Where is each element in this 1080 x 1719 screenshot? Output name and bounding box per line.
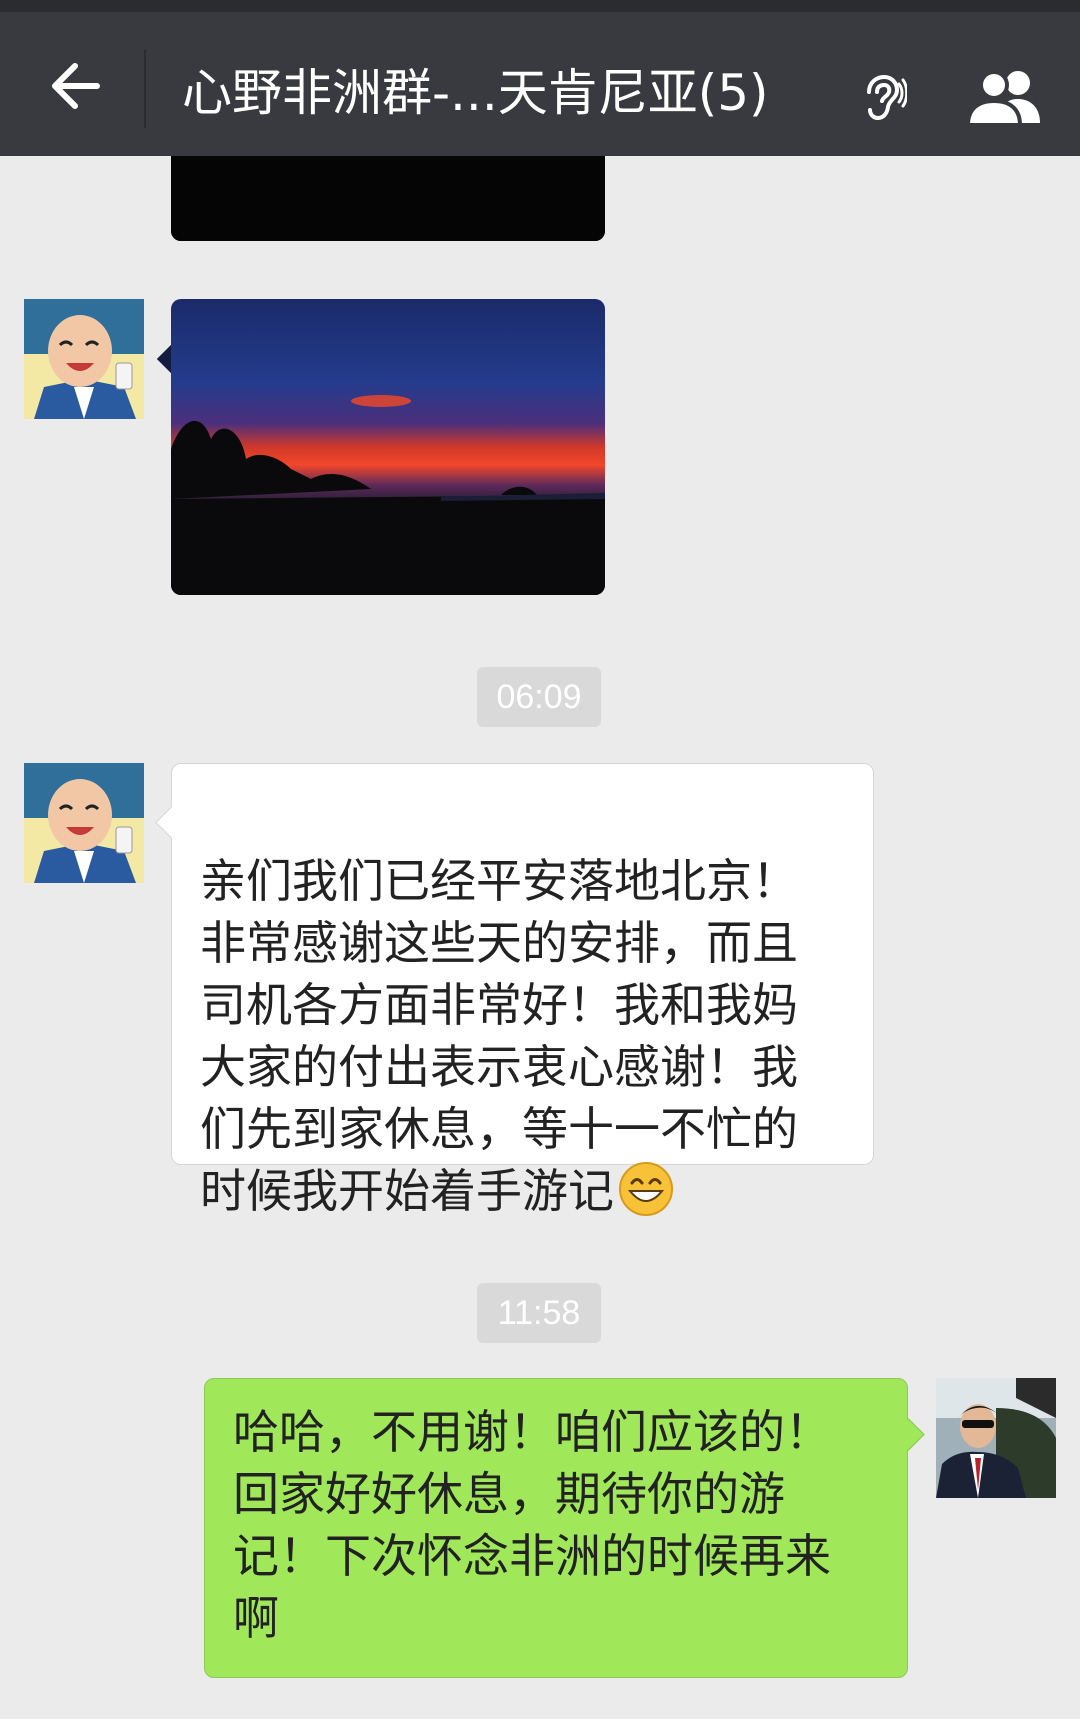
message-text: 哈哈，不用谢！咱们应该的！ 回家好好休息，期待你的游 记！下次怀念非洲的时候再来… bbox=[233, 1405, 831, 1645]
sunset-photo-icon bbox=[171, 299, 605, 595]
chat-header: 心野非洲群-...天肯尼亚(5) bbox=[0, 0, 1080, 156]
ear-icon bbox=[867, 74, 907, 121]
timestamp: 11:58 bbox=[477, 1283, 601, 1343]
timestamp: 06:09 bbox=[477, 667, 601, 727]
chat-message-list[interactable]: 06:09 亲们我们已经平安落地北京！ 非常感谢这些天的安排，而且 司机各方面非… bbox=[0, 156, 1080, 1719]
avatar-incoming[interactable] bbox=[24, 299, 144, 419]
earpiece-mode-button[interactable] bbox=[858, 68, 910, 128]
chat-title: 心野非洲群-...天肯尼亚(5) bbox=[182, 64, 769, 122]
cartoon-grandpa-avatar-icon bbox=[24, 763, 144, 883]
avatar-incoming[interactable] bbox=[24, 763, 144, 883]
outgoing-text-message[interactable]: 哈哈，不用谢！咱们应该的！ 回家好好休息，期待你的游 记！下次怀念非洲的时候再来… bbox=[204, 1378, 908, 1678]
image-icon bbox=[171, 156, 605, 241]
message-text-content: 亲们我们已经平安落地北京！ 非常感谢这些天的安排，而且 司机各方面非常好！我和我… bbox=[200, 854, 798, 1218]
arrow-left-icon bbox=[52, 63, 100, 109]
image-message-sunset[interactable] bbox=[171, 299, 605, 595]
group-members-icon bbox=[965, 70, 1040, 127]
image-message-partial[interactable] bbox=[171, 156, 605, 241]
avatar-outgoing[interactable] bbox=[936, 1378, 1056, 1498]
cartoon-grandpa-avatar-icon bbox=[24, 299, 144, 419]
message-text: 亲们我们已经平安落地北京！ 非常感谢这些天的安排，而且 司机各方面非常好！我和我… bbox=[200, 788, 860, 1222]
grinning-face-icon bbox=[619, 1162, 673, 1216]
user-photo-avatar-icon bbox=[936, 1378, 1056, 1498]
back-button[interactable] bbox=[40, 56, 110, 116]
group-members-button[interactable] bbox=[960, 58, 1052, 136]
header-divider bbox=[144, 50, 146, 128]
incoming-text-message[interactable]: 亲们我们已经平安落地北京！ 非常感谢这些天的安排，而且 司机各方面非常好！我和我… bbox=[171, 763, 874, 1218]
